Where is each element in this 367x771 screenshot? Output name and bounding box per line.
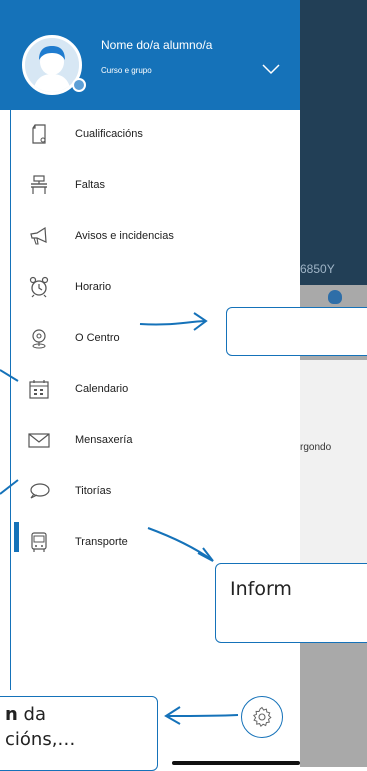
- menu-item-faltas[interactable]: Faltas: [0, 168, 295, 208]
- annotation-text-line1: n da: [5, 704, 46, 725]
- background-card: [300, 360, 367, 595]
- gear-icon: [252, 706, 272, 728]
- navigation-drawer: Nome do/a alumno/a Curso e grupo Cualifi…: [0, 0, 300, 767]
- menu-item-cualificacions[interactable]: Cualificacións: [0, 117, 295, 157]
- menu-item-transporte[interactable]: Transporte: [0, 525, 295, 565]
- annotation-text-line2: cións,…: [5, 729, 76, 750]
- menu-item-label: Titorías: [75, 485, 112, 497]
- background-card-text: rgondo: [300, 442, 332, 453]
- grades-document-icon: [32, 124, 46, 144]
- background-code-text: 6850Y: [300, 262, 335, 276]
- annotation-callout-centro: [226, 307, 367, 356]
- alarm-clock-icon: [29, 276, 49, 298]
- menu-item-label: Transporte: [75, 536, 128, 548]
- menu-item-label: Horario: [75, 281, 112, 293]
- school-desk-icon: [31, 175, 47, 194]
- annotation-bold-text: n: [5, 704, 18, 725]
- menu-item-horario[interactable]: Horario: [0, 270, 295, 310]
- annotation-text: Inform: [230, 578, 292, 600]
- background-header: [300, 0, 367, 285]
- menu-item-label: Mensaxería: [75, 434, 133, 446]
- menu-item-label: Cualificacións: [75, 128, 143, 140]
- bus-icon: [31, 532, 47, 552]
- chevron-down-icon[interactable]: [261, 62, 281, 76]
- location-pin-icon: [32, 329, 46, 349]
- menu-item-calendario[interactable]: Calendario: [0, 372, 295, 412]
- avatar-edit-icon[interactable]: [72, 78, 86, 92]
- menu-item-titorias[interactable]: Titorías: [0, 474, 295, 514]
- home-indicator: [172, 761, 300, 765]
- menu-item-mensaxeria[interactable]: Mensaxería: [0, 423, 295, 463]
- background-icon: [328, 290, 342, 304]
- annotation-text-rest: da: [17, 704, 47, 725]
- settings-button[interactable]: [241, 696, 283, 738]
- active-item-indicator: [14, 522, 19, 552]
- student-name: Nome do/a alumno/a: [101, 38, 213, 52]
- menu-item-label: Faltas: [75, 179, 105, 191]
- menu-item-avisos[interactable]: Avisos e incidencias: [0, 219, 295, 259]
- menu-item-label: O Centro: [75, 332, 120, 344]
- annotation-callout-settings: n da cións,…: [0, 696, 158, 771]
- megaphone-icon: [30, 226, 47, 245]
- chat-bubble-icon: [30, 483, 50, 499]
- menu-item-label: Avisos e incidencias: [75, 230, 174, 242]
- background-app: 6850Y rgondo: [300, 0, 367, 767]
- envelope-icon: [28, 433, 50, 448]
- annotation-callout-transporte: Inform: [215, 563, 367, 643]
- menu-item-label: Calendario: [75, 383, 129, 395]
- drawer-header[interactable]: Nome do/a alumno/a Curso e grupo: [0, 0, 300, 110]
- student-course: Curso e grupo: [101, 66, 152, 75]
- calendar-icon: [29, 380, 49, 399]
